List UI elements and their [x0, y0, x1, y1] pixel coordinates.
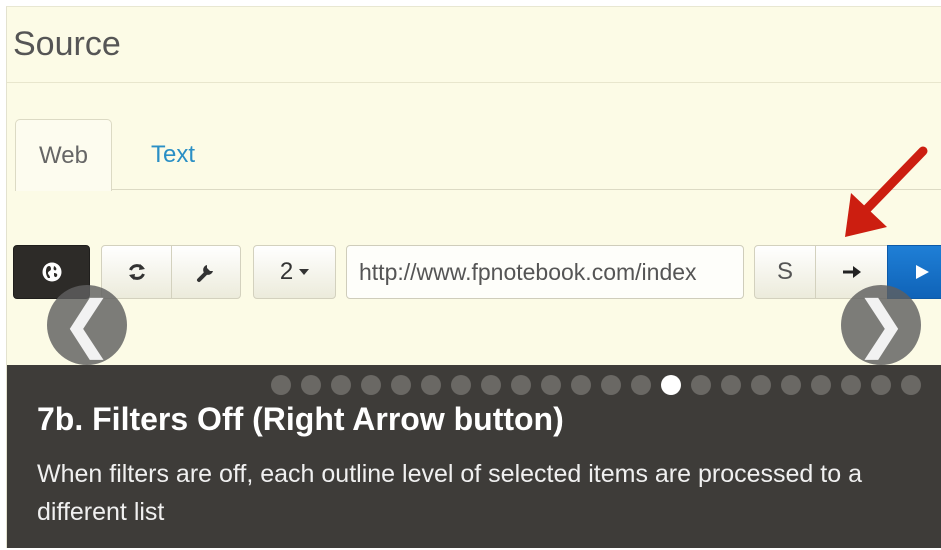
carousel-dot[interactable] [781, 375, 801, 395]
url-input[interactable] [346, 245, 744, 299]
caption-title: 7b. Filters Off (Right Arrow button) [37, 401, 564, 437]
carousel-next-button[interactable]: ❯ [841, 285, 921, 365]
panel-title: Source [13, 25, 121, 63]
play-icon [916, 265, 929, 279]
chevron-down-icon [299, 269, 310, 275]
caption-text: When filters are off, each outline level… [37, 460, 862, 526]
carousel-dot[interactable] [421, 375, 441, 395]
carousel-dot[interactable] [451, 375, 471, 395]
carousel-indicators [271, 375, 921, 395]
level-dropdown[interactable]: 2 [253, 245, 336, 299]
s-button[interactable]: S [754, 245, 816, 299]
tabs-divider [111, 189, 941, 190]
wrench-icon [197, 265, 213, 282]
slide-caption: 7b. Filters Off (Right Arrow button) Whe… [7, 365, 941, 548]
carousel-dot[interactable] [871, 375, 891, 395]
globe-icon [42, 262, 61, 282]
carousel-dot[interactable] [301, 375, 321, 395]
carousel-dot[interactable] [511, 375, 531, 395]
carousel-dot[interactable] [721, 375, 741, 395]
tab-web[interactable]: Web [15, 119, 112, 191]
carousel-dot[interactable] [601, 375, 621, 395]
refresh-icon [128, 264, 145, 280]
carousel-dot[interactable] [571, 375, 591, 395]
settings-button[interactable] [171, 245, 241, 299]
carousel-dot[interactable] [391, 375, 411, 395]
carousel-dot[interactable] [631, 375, 651, 395]
carousel-dot[interactable] [811, 375, 831, 395]
carousel-dot[interactable] [751, 375, 771, 395]
level-value: 2 [279, 258, 294, 285]
carousel-dot[interactable] [661, 375, 681, 395]
carousel-dot[interactable] [841, 375, 861, 395]
title-divider [7, 82, 941, 83]
carousel-dot[interactable] [271, 375, 291, 395]
carousel-dot[interactable] [691, 375, 711, 395]
right-arrow-icon [842, 266, 861, 278]
carousel-dot[interactable] [901, 375, 921, 395]
carousel-dot[interactable] [541, 375, 561, 395]
carousel-dot[interactable] [331, 375, 351, 395]
tab-text[interactable]: Text [125, 119, 221, 191]
carousel-dot[interactable] [361, 375, 381, 395]
source-panel: Source Web Text 2 S [6, 6, 941, 548]
carousel-dot[interactable] [481, 375, 501, 395]
annotation-arrow [845, 146, 928, 237]
carousel-prev-button[interactable]: ❮ [47, 285, 127, 365]
